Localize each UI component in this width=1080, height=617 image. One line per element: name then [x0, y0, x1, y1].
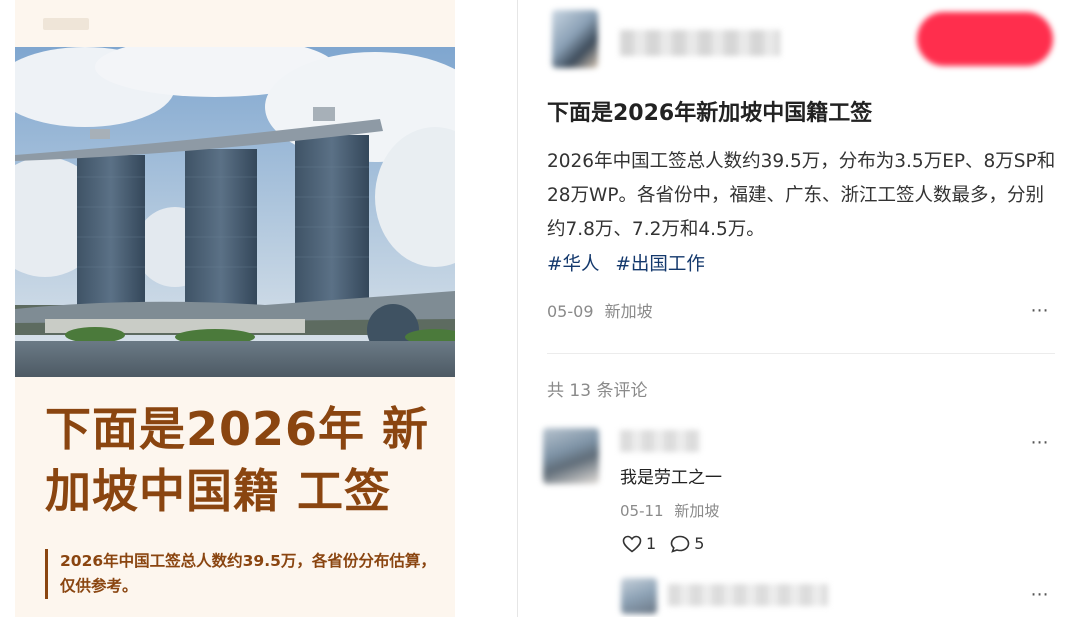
comment-text: 我是劳工之一 — [620, 468, 722, 488]
follow-button[interactable] — [917, 12, 1053, 66]
comment-actions: 1 5 — [622, 534, 718, 553]
comment-location: 新加坡 — [674, 502, 720, 520]
hashtag-chuguo-gongzuo[interactable]: #出国工作 — [615, 254, 705, 275]
image-badge — [43, 18, 89, 30]
poster-title: 下面是2026年 新 加坡中国籍 工签 — [45, 398, 445, 522]
reply-count: 5 — [694, 534, 705, 553]
post-date: 05-09 — [547, 302, 594, 321]
post-more-icon[interactable]: ⋯ — [1028, 302, 1052, 320]
reply-avatar[interactable] — [621, 578, 657, 614]
poster-title-line2: 加坡中国籍 工签 — [45, 464, 392, 518]
post-image[interactable]: 下面是2026年 新 加坡中国籍 工签 2026年中国工签总人数约39.5万，各… — [15, 0, 455, 617]
post-meta: 05-09 新加坡 — [547, 298, 653, 322]
post-body: 2026年中国工签总人数约39.5万，分布为3.5万EP、8万SP和28万WP。… — [547, 151, 1056, 240]
marina-bay-sands-photo — [15, 47, 455, 377]
like-count: 1 — [646, 534, 657, 553]
like-button[interactable]: 1 — [622, 534, 656, 553]
author-avatar[interactable] — [552, 10, 598, 68]
commenter-avatar[interactable] — [543, 428, 599, 484]
comment-count: 共 13 条评论 — [547, 381, 648, 401]
reply-author-name[interactable] — [668, 584, 828, 606]
post-location: 新加坡 — [604, 302, 653, 321]
reply-button[interactable]: 5 — [670, 534, 704, 553]
post-title: 下面是2026年新加坡中国籍工签 — [547, 101, 873, 126]
poster-subtitle: 2026年中国工签总人数约39.5万，各省份分布估算，仅供参考。 — [45, 549, 450, 599]
comment-date: 05-11 — [620, 502, 664, 520]
commenter-name[interactable] — [620, 430, 700, 452]
reply-more-icon[interactable]: ⋯ — [1028, 586, 1052, 604]
author-name[interactable] — [620, 30, 780, 56]
comment-more-icon[interactable]: ⋯ — [1028, 434, 1052, 452]
comment-bubble-icon — [670, 535, 690, 553]
heart-icon — [622, 535, 642, 553]
section-divider — [547, 353, 1055, 354]
panel-divider — [517, 0, 518, 617]
hashtag-huaren[interactable]: #华人 — [547, 254, 600, 275]
comment-meta: 05-11 新加坡 — [620, 500, 719, 521]
poster-title-line1: 下面是2026年 新 — [45, 402, 430, 456]
hashtag-list: #华人 #出国工作 — [547, 248, 715, 282]
